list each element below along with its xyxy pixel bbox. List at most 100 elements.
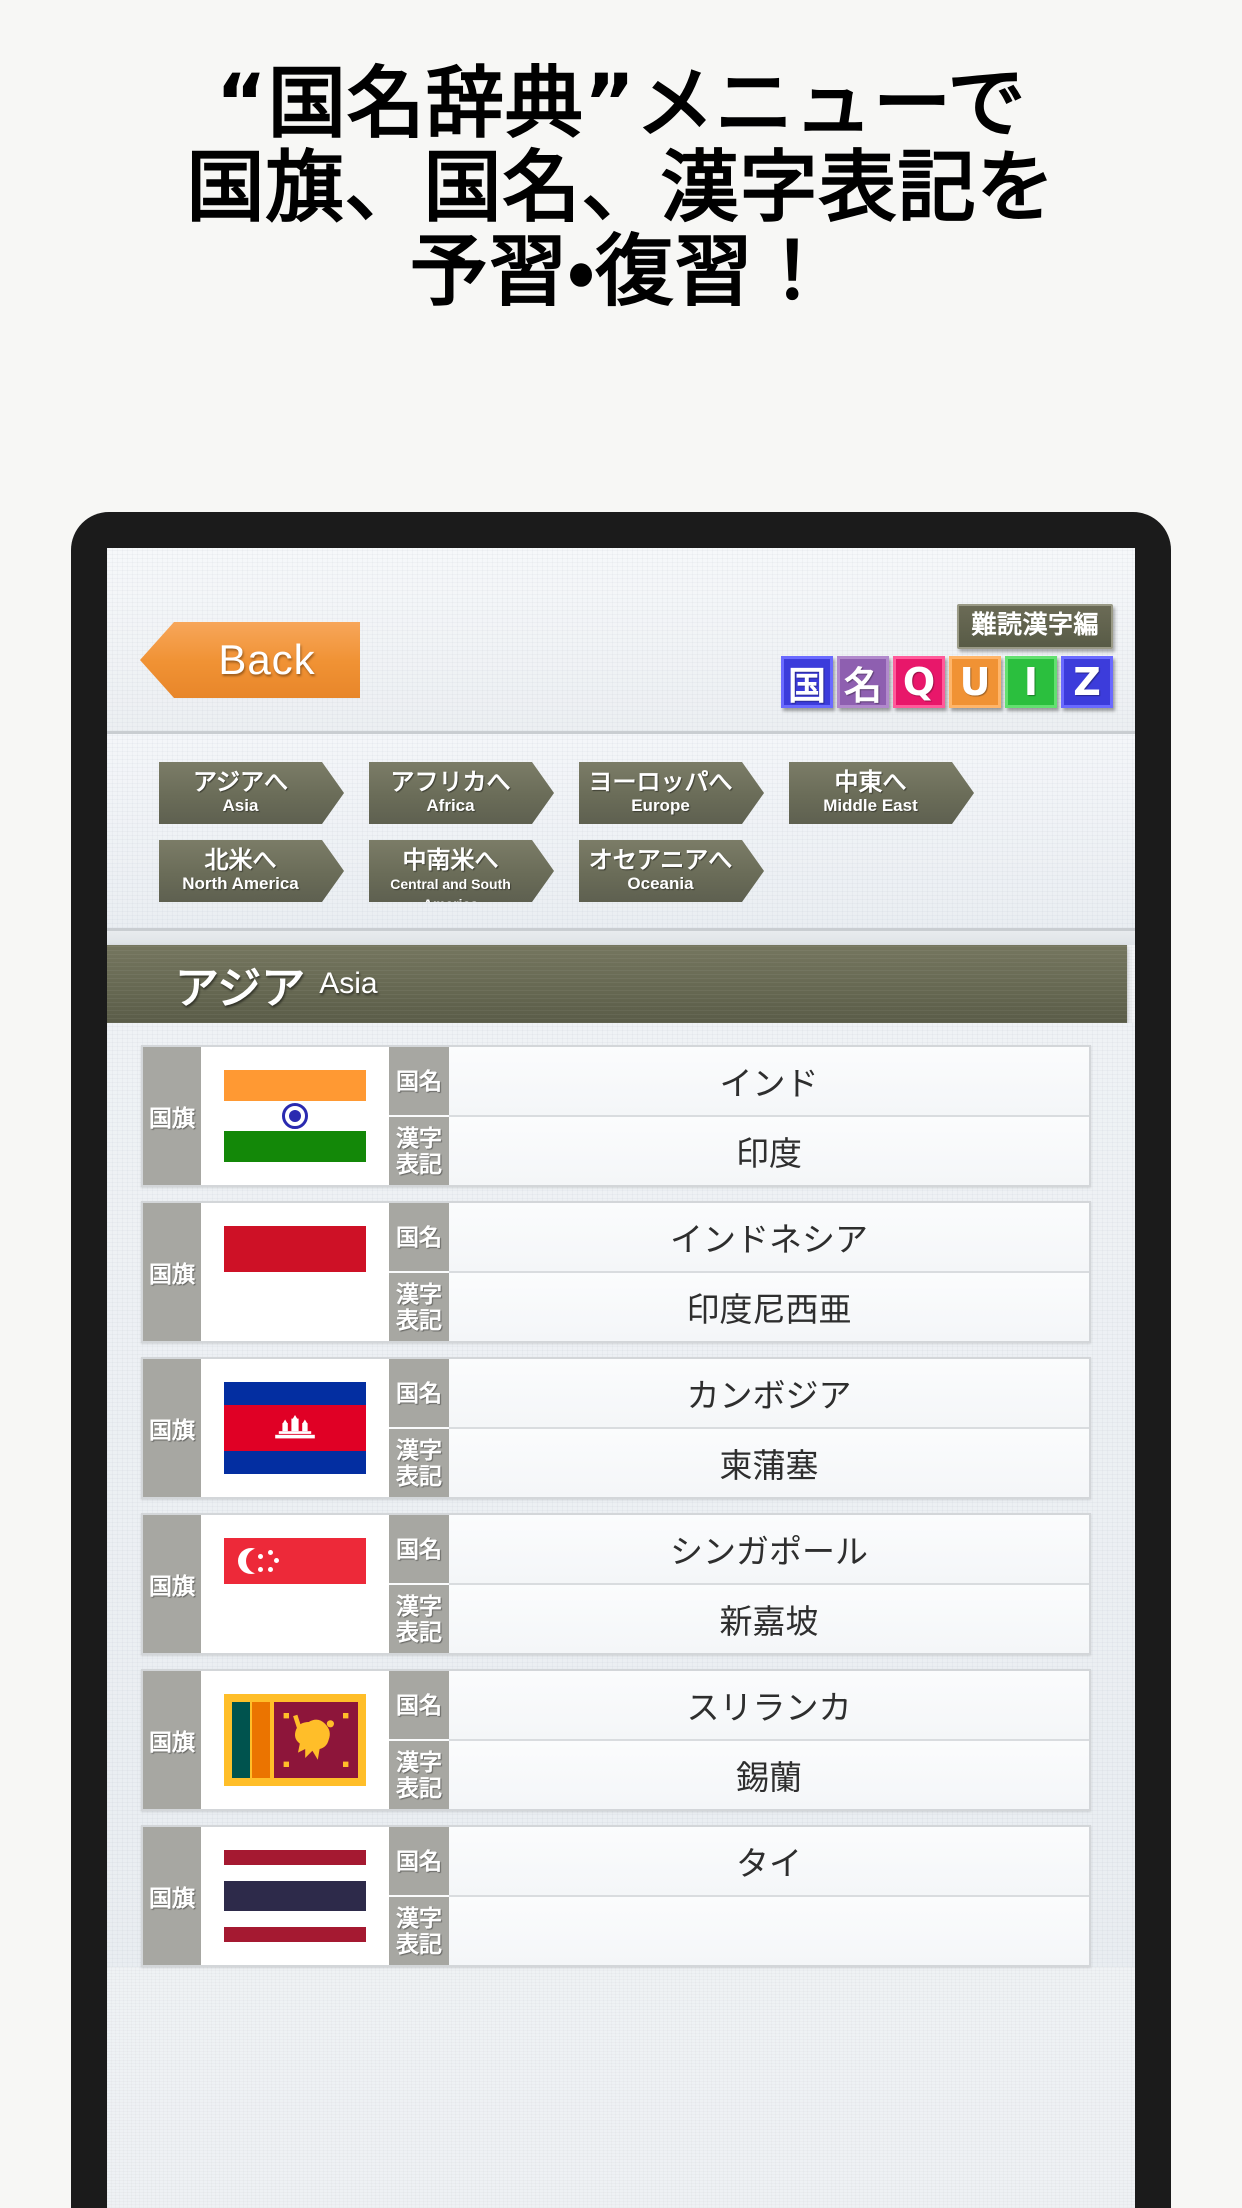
- region-button-africa[interactable]: アフリカへ Africa: [369, 762, 554, 824]
- section-title-jp: アジア: [175, 964, 306, 1013]
- country-name-label: 国名: [389, 1671, 449, 1741]
- section-spacer: [107, 931, 1135, 945]
- logo-tile-4: I: [1005, 656, 1057, 708]
- country-name-value: インド: [449, 1047, 1089, 1117]
- country-name-value: スリランカ: [449, 1671, 1089, 1741]
- row-keys: 国名 漢字 表記: [389, 1047, 449, 1185]
- region-button-north-america[interactable]: 北米へ North America: [159, 840, 344, 902]
- app-logo-area: 難読漢字編 国 名 Q U I Z: [781, 604, 1113, 708]
- country-card[interactable]: 国旗 国名 漢字 表記 タイ: [141, 1825, 1091, 1967]
- country-card[interactable]: 国旗 国名 漢字 表記 インド 印度: [141, 1045, 1091, 1187]
- country-name-label: 国名: [389, 1203, 449, 1273]
- section-banner-asia: アジア Asia: [107, 945, 1127, 1023]
- logo-tile-3: U: [949, 656, 1001, 708]
- region-button-central-south-america[interactable]: 中南米へ Central and South America: [369, 840, 554, 902]
- kanji-value: 印度尼西亜: [449, 1273, 1089, 1341]
- region-label-jp: 中南米へ: [402, 847, 499, 874]
- logo-tile-5: Z: [1061, 656, 1113, 708]
- country-name-value: インドネシア: [449, 1203, 1089, 1273]
- row-keys: 国名 漢字 表記: [389, 1827, 449, 1965]
- logo-tile-2: Q: [893, 656, 945, 708]
- page-headline: “国名辞典”メニューで 国旗、国名、漢字表記を 予習・復習！: [0, 62, 1242, 314]
- row-keys: 国名 漢字 表記: [389, 1203, 449, 1341]
- mode-badge: 難読漢字編: [957, 604, 1113, 649]
- region-label-en: Asia: [222, 796, 259, 815]
- region-button-oceania[interactable]: オセアニアへ Oceania: [579, 840, 764, 902]
- country-name-value: カンボジア: [449, 1359, 1089, 1429]
- kanji-label: 漢字 表記: [389, 1897, 449, 1965]
- flag-cell: [201, 1671, 389, 1809]
- region-label-jp: 北米へ: [204, 847, 277, 874]
- region-label-en: Europe: [631, 796, 690, 815]
- region-label-jp: ヨーロッパへ: [588, 769, 733, 796]
- quiz-logo-tiles: 国 名 Q U I Z: [781, 656, 1113, 708]
- row-values: インドネシア 印度尼西亜: [449, 1203, 1089, 1341]
- country-card[interactable]: 国旗: [141, 1357, 1091, 1499]
- flag-label: 国旗: [143, 1827, 201, 1965]
- flag-label: 国旗: [143, 1359, 201, 1497]
- flag-cell: [201, 1827, 389, 1965]
- country-name-label: 国名: [389, 1047, 449, 1117]
- app-header: Back 難読漢字編 国 名 Q U I Z: [107, 548, 1135, 734]
- phone-mockup: Back 難読漢字編 国 名 Q U I Z アジアへ Asia アフリカへ A…: [71, 512, 1171, 2208]
- country-card[interactable]: 国旗 国名 漢字 表記 インドネシア 印度尼西亜: [141, 1201, 1091, 1343]
- indonesia-flag-icon: [224, 1226, 366, 1318]
- flag-cell: [201, 1203, 389, 1341]
- region-label-en: Central and South America: [390, 876, 511, 912]
- kanji-label: 漢字 表記: [389, 1429, 449, 1497]
- region-label-en: Oceania: [627, 874, 694, 893]
- region-button-europe[interactable]: ヨーロッパへ Europe: [579, 762, 764, 824]
- row-values: タイ: [449, 1827, 1089, 1965]
- cambodia-flag-icon: [224, 1382, 366, 1474]
- flag-label: 国旗: [143, 1203, 201, 1341]
- country-card[interactable]: 国旗: [141, 1669, 1091, 1811]
- kanji-label: 漢字 表記: [389, 1117, 449, 1185]
- row-keys: 国名 漢字 表記: [389, 1515, 449, 1653]
- country-card[interactable]: 国旗 国名 漢字 表記 シンガポール 新嘉坡: [141, 1513, 1091, 1655]
- flag-label: 国旗: [143, 1515, 201, 1653]
- country-name-value: タイ: [449, 1827, 1089, 1897]
- country-name-label: 国名: [389, 1515, 449, 1585]
- kanji-label: 漢字 表記: [389, 1585, 449, 1653]
- flag-cell: [201, 1359, 389, 1497]
- logo-tile-0: 国: [781, 656, 833, 708]
- region-label-jp: オセアニアへ: [588, 847, 733, 874]
- thailand-flag-icon: [224, 1850, 366, 1942]
- headline-line-3: 予習・復習！: [409, 227, 833, 317]
- country-list: 国旗 国名 漢字 表記 インド 印度 国旗 国名 漢字 表記 インドネシア 印度…: [107, 1023, 1135, 1967]
- region-nav-row-1: アジアへ Asia アフリカへ Africa ヨーロッパへ Europe 中東へ…: [107, 762, 1135, 824]
- region-button-middle-east[interactable]: 中東へ Middle East: [789, 762, 974, 824]
- region-label-jp: 中東へ: [834, 769, 907, 796]
- section-title-en: Asia: [319, 967, 378, 1000]
- region-nav-row-2: 北米へ North America 中南米へ Central and South…: [107, 840, 1135, 902]
- region-label-en: North America: [182, 874, 299, 893]
- kanji-label: 漢字 表記: [389, 1741, 449, 1809]
- app-screen: Back 難読漢字編 国 名 Q U I Z アジアへ Asia アフリカへ A…: [107, 548, 1135, 2208]
- country-name-label: 国名: [389, 1359, 449, 1429]
- flag-cell: [201, 1047, 389, 1185]
- kanji-value: 新嘉坡: [449, 1585, 1089, 1653]
- logo-tile-1: 名: [837, 656, 889, 708]
- kanji-value: [449, 1897, 1089, 1965]
- kanji-value: 印度: [449, 1117, 1089, 1185]
- headline-line-1: “国名辞典”メニューで: [215, 59, 1027, 149]
- region-label-en: Middle East: [823, 796, 918, 815]
- row-values: シンガポール 新嘉坡: [449, 1515, 1089, 1653]
- kanji-value: 錫蘭: [449, 1741, 1089, 1809]
- row-values: スリランカ 錫蘭: [449, 1671, 1089, 1809]
- region-label-jp: アフリカへ: [390, 769, 511, 796]
- flag-cell: [201, 1515, 389, 1653]
- singapore-flag-icon: [224, 1538, 366, 1630]
- srilanka-flag-icon: [224, 1694, 366, 1786]
- flag-label: 国旗: [143, 1671, 201, 1809]
- region-label-jp: アジアへ: [192, 769, 289, 796]
- back-button[interactable]: Back: [140, 622, 360, 698]
- row-keys: 国名 漢字 表記: [389, 1671, 449, 1809]
- region-nav: アジアへ Asia アフリカへ Africa ヨーロッパへ Europe 中東へ…: [107, 734, 1135, 931]
- country-name-value: シンガポール: [449, 1515, 1089, 1585]
- region-label-en: Africa: [426, 796, 475, 815]
- flag-label: 国旗: [143, 1047, 201, 1185]
- row-values: カンボジア 柬蒲塞: [449, 1359, 1089, 1497]
- headline-line-2: 国旗、国名、漢字表記を: [186, 143, 1056, 233]
- region-button-asia[interactable]: アジアへ Asia: [159, 762, 344, 824]
